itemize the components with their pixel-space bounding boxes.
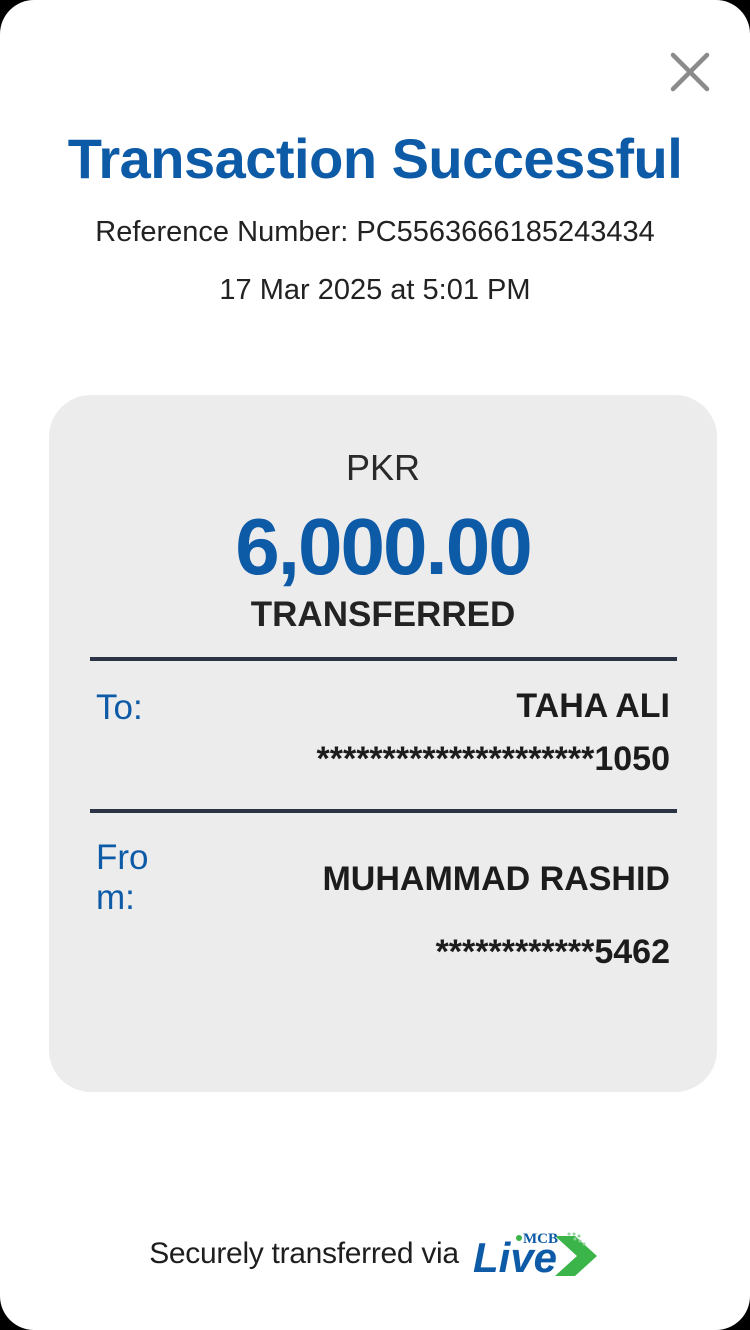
footer-text: Securely transferred via (149, 1237, 459, 1270)
transfer-status: TRANSFERRED (250, 595, 516, 634)
from-label: From: (96, 838, 149, 917)
amount-value: 6,000.00 (235, 502, 532, 591)
to-label: To: (96, 688, 143, 727)
reference-number: Reference Number: PC5563666185243434 (95, 216, 655, 248)
currency-label: PKR (345, 447, 421, 488)
sender-account: ************5462 (435, 933, 670, 971)
close-button[interactable] (664, 46, 716, 98)
svg-text:Live: Live (473, 1234, 557, 1281)
transaction-receipt-sheet: Transaction Successful Reference Number:… (0, 0, 750, 1330)
recipient-account: *********************1050 (316, 740, 671, 778)
divider (90, 809, 677, 813)
receipt-card: PKR 6,000.00 TRANSFERRED To: TAHA ALI **… (49, 395, 717, 1092)
mcb-live-logo: MCB Live (471, 1226, 601, 1282)
divider (90, 657, 677, 661)
page-title: Transaction Successful (67, 127, 683, 190)
recipient-name: TAHA ALI (516, 687, 670, 725)
close-icon (670, 52, 710, 92)
transaction-datetime: 17 Mar 2025 at 5:01 PM (219, 274, 531, 306)
sender-name: MUHAMMAD RASHID (322, 860, 670, 898)
footer: Securely transferred via MCB Live (0, 1224, 750, 1284)
